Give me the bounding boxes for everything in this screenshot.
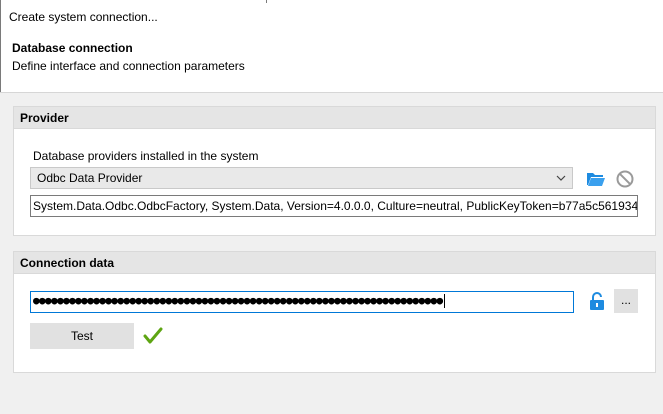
prohibited-icon[interactable] bbox=[613, 167, 637, 191]
connection-string-masked: ●●●●●●●●●●●●●●●●●●●●●●●●●●●●●●●●●●●●●●●●… bbox=[33, 294, 443, 307]
connection-group-title: Connection data bbox=[14, 252, 655, 274]
folder-open-icon[interactable] bbox=[584, 167, 608, 191]
connection-group: Connection data ●●●●●●●●●●●●●●●●●●●●●●●●… bbox=[13, 251, 656, 373]
connection-string-input[interactable]: ●●●●●●●●●●●●●●●●●●●●●●●●●●●●●●●●●●●●●●●●… bbox=[30, 291, 574, 313]
section-description: Define interface and connection paramete… bbox=[12, 59, 245, 73]
text-caret bbox=[443, 294, 445, 308]
more-options-button[interactable]: ... bbox=[614, 289, 638, 313]
provider-group-title: Provider bbox=[14, 107, 655, 129]
chevron-down-icon[interactable] bbox=[556, 168, 566, 188]
checkmark-icon bbox=[143, 326, 163, 346]
provider-group: Provider Database providers installed in… bbox=[13, 106, 656, 236]
unlock-icon[interactable] bbox=[585, 289, 609, 313]
provider-factory-field[interactable]: System.Data.Odbc.OdbcFactory, System.Dat… bbox=[30, 195, 638, 217]
installed-providers-label: Database providers installed in the syst… bbox=[33, 149, 259, 163]
provider-select[interactable]: Odbc Data Provider bbox=[30, 167, 573, 189]
section-heading: Database connection bbox=[12, 41, 133, 55]
test-button[interactable]: Test bbox=[30, 323, 134, 349]
provider-select-value: Odbc Data Provider bbox=[37, 171, 143, 185]
window-title: Create system connection... bbox=[9, 10, 158, 24]
window-top-notch bbox=[266, 0, 267, 3]
